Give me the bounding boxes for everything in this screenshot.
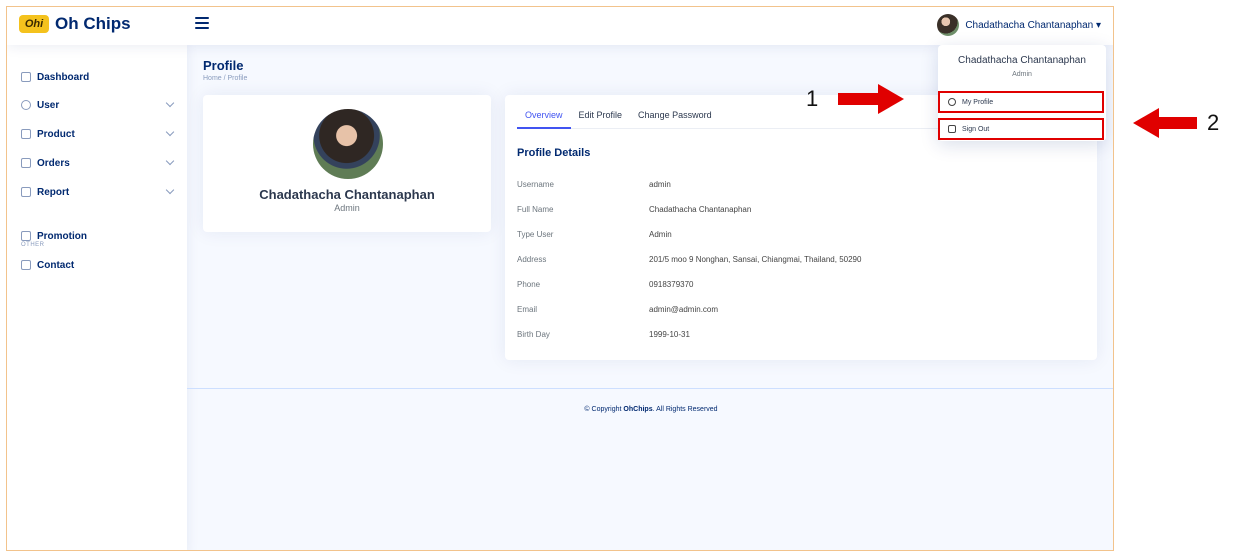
details-title: Profile Details [517, 147, 591, 159]
logo-mark: Ohi [19, 15, 49, 33]
person-icon [948, 98, 956, 106]
annotation-number-2: 2 [1207, 110, 1220, 135]
my-profile-menu-item[interactable]: My Profile [938, 91, 1104, 113]
bar-chart-icon [21, 187, 31, 197]
sidebar-item-label: Dashboard [37, 71, 90, 83]
detail-value: 201/5 moo 9 Nonghan, Sansai, Chiangmai, … [649, 255, 862, 264]
detail-row: Type User Admin [517, 230, 1077, 242]
menu-item-label: Sign Out [962, 125, 990, 133]
copyright-brand: OhChips [623, 406, 653, 413]
detail-row: Phone 0918379370 [517, 280, 1077, 292]
chevron-down-icon [165, 98, 175, 108]
sidebar-item-label: Contact [37, 259, 75, 271]
menu-item-label: My Profile [962, 98, 994, 106]
sidebar-item-orders[interactable]: Orders [21, 153, 175, 173]
profile-role: Admin [334, 203, 360, 213]
detail-label: Address [517, 255, 547, 264]
sidebar-item-promotion[interactable]: Promotion [21, 226, 173, 246]
detail-value: Chadathacha Chantanaphan [649, 205, 752, 214]
annotation-arrow-right [838, 84, 904, 114]
sidebar: Dashboard User Product Orders Report OTH… [7, 45, 187, 550]
sidebar-item-label: Orders [37, 157, 70, 169]
detail-row: Full Name Chadathacha Chantanaphan [517, 205, 1077, 217]
envelope-icon [21, 260, 31, 270]
tab-edit-profile[interactable]: Edit Profile [571, 107, 631, 129]
logo[interactable]: Ohi Oh Chips [19, 14, 131, 34]
detail-label: Email [517, 305, 538, 314]
detail-row: Username admin [517, 180, 1077, 192]
dropdown-user-name: Chadathacha Chantanaphan [958, 55, 1086, 66]
chevron-down-icon [165, 185, 175, 195]
detail-row: Email admin@admin.com [517, 305, 1077, 317]
breadcrumb[interactable]: Home / Profile [203, 75, 247, 82]
dropdown-user-role: Admin [1012, 71, 1032, 78]
box-icon [21, 129, 31, 139]
sign-out-menu-item[interactable]: Sign Out [938, 118, 1104, 140]
chevron-down-icon [165, 156, 175, 166]
ticket-icon [21, 231, 31, 241]
chevron-down-icon [165, 127, 175, 137]
user-dropdown-menu: Chadathacha Chantanaphan Admin My Profil… [938, 45, 1106, 141]
tab-change-password[interactable]: Change Password [630, 107, 720, 129]
detail-row: Address 201/5 moo 9 Nonghan, Sansai, Chi… [517, 255, 1077, 267]
logo-text: Oh Chips [55, 14, 131, 33]
detail-value: admin@admin.com [649, 305, 719, 314]
sign-out-icon [948, 125, 956, 133]
annotation-number-1: 1 [806, 86, 819, 111]
footer: © Copyright OhChips. All Rights Reserved [187, 388, 1113, 550]
detail-value: 1999-10-31 [649, 330, 690, 339]
sidebar-item-dashboard[interactable]: Dashboard [21, 67, 173, 87]
annotated-screenshot: Ohi Oh Chips Chadathacha Chantanaphan ▾ … [0, 0, 1236, 552]
profile-name: Chadathacha Chantanaphan [259, 187, 435, 202]
detail-value: 0918379370 [649, 280, 694, 289]
detail-label: Type User [517, 230, 554, 239]
profile-card: Chadathacha Chantanaphan Admin [203, 95, 491, 232]
detail-value: admin [649, 180, 671, 189]
copyright-prefix: © Copyright [584, 406, 624, 413]
profile-photo [313, 109, 383, 179]
person-icon [21, 100, 31, 110]
detail-label: Full Name [517, 205, 554, 214]
browser-viewport: Ohi Oh Chips Chadathacha Chantanaphan ▾ … [6, 6, 1114, 551]
sidebar-item-label: User [37, 99, 60, 111]
detail-value: Admin [649, 230, 672, 239]
sidebar-item-label: Report [37, 186, 70, 198]
detail-label: Username [517, 180, 554, 189]
sidebar-item-report[interactable]: Report [21, 182, 175, 202]
sidebar-item-user[interactable]: User [21, 95, 175, 115]
hamburger-menu-icon[interactable] [195, 17, 209, 29]
user-menu-name: Chadathacha Chantanaphan ▾ [965, 19, 1101, 31]
page-title: Profile [203, 58, 244, 73]
sidebar-item-contact[interactable]: Contact [21, 255, 173, 275]
detail-label: Birth Day [517, 330, 550, 339]
tab-overview[interactable]: Overview [517, 107, 571, 129]
annotation-arrow-left [1133, 108, 1197, 138]
detail-label: Phone [517, 280, 541, 289]
detail-row: Birth Day 1999-10-31 [517, 330, 1077, 342]
copyright-suffix: . All Rights Reserved [652, 406, 718, 413]
sidebar-item-product[interactable]: Product [21, 124, 175, 144]
sidebar-item-label: Promotion [37, 230, 87, 242]
avatar [937, 14, 960, 36]
sidebar-item-label: Product [37, 128, 75, 140]
top-header: Ohi Oh Chips Chadathacha Chantanaphan ▾ [7, 7, 1113, 45]
copyright: © Copyright OhChips. All Rights Reserved [187, 406, 1113, 413]
grid-icon [21, 72, 31, 82]
list-icon [21, 158, 31, 168]
user-menu-toggle[interactable]: Chadathacha Chantanaphan ▾ [937, 14, 1101, 36]
